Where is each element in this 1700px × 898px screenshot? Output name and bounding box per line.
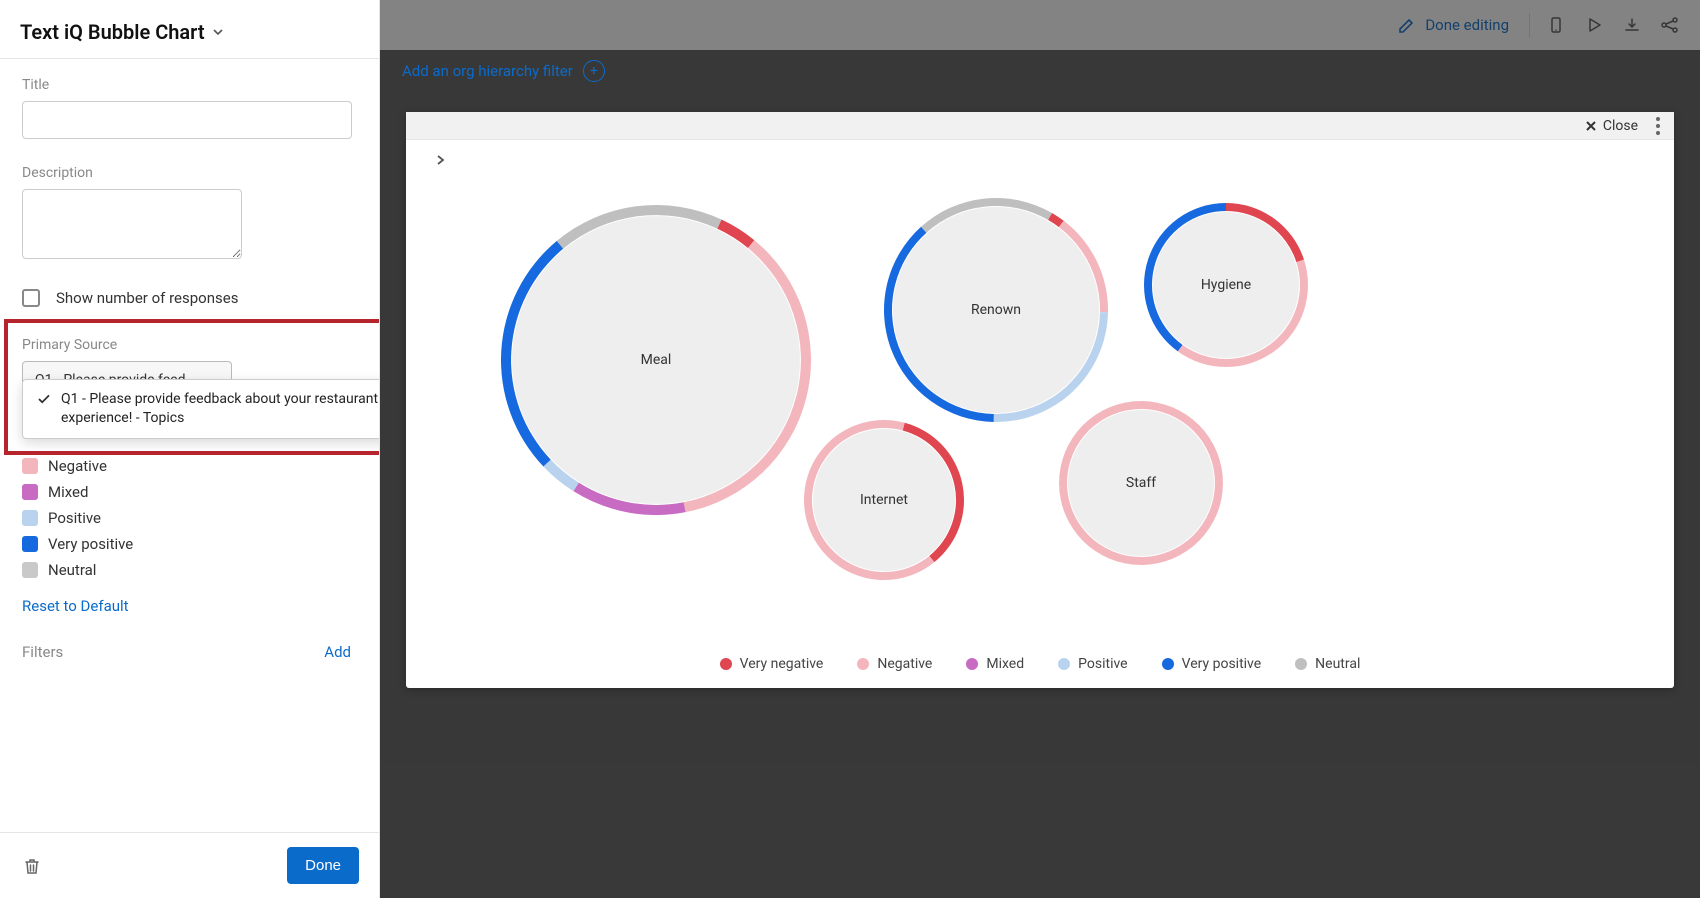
sentiment-legend: Negative Mixed Positive Very positive Neutra… xyxy=(22,453,357,583)
delete-button[interactable] xyxy=(20,854,44,878)
sidebar-footer: Done xyxy=(0,832,379,898)
chevron-down-icon xyxy=(211,25,225,39)
legend-dot xyxy=(966,658,978,670)
bubble-staff[interactable]: Staff xyxy=(1059,401,1223,565)
description-input[interactable] xyxy=(22,189,242,259)
description-label: Description xyxy=(22,165,357,181)
expand-toggle[interactable] xyxy=(434,154,446,166)
checkbox-icon xyxy=(22,289,40,307)
legend-label: Mixed xyxy=(48,483,88,501)
legend-dot xyxy=(1058,658,1070,670)
done-button[interactable]: Done xyxy=(287,847,359,884)
title-input[interactable] xyxy=(22,101,352,139)
chart-card-header: Close xyxy=(406,112,1674,140)
org-hierarchy-filter[interactable]: Add an org hierarchy filter + xyxy=(402,60,605,82)
chart-legend-item[interactable]: Neutral xyxy=(1295,656,1360,672)
legend-swatch xyxy=(22,510,38,526)
bubble-label: Hygiene xyxy=(1201,277,1251,293)
bubble-label: Staff xyxy=(1126,475,1156,491)
reset-to-default-link[interactable]: Reset to Default xyxy=(22,597,129,615)
legend-item[interactable]: Negative xyxy=(22,453,357,479)
sidebar-title: Text iQ Bubble Chart xyxy=(20,20,205,44)
filters-section: Filters Add xyxy=(22,643,357,661)
org-filter-label: Add an org hierarchy filter xyxy=(402,62,573,80)
legend-item[interactable]: Very positive xyxy=(22,531,357,557)
chart-card: Close Very negative Negative Mixed Positive… xyxy=(406,112,1674,688)
bubble-hygiene[interactable]: Hygiene xyxy=(1144,203,1308,367)
show-responses-checkbox[interactable]: Show number of responses xyxy=(22,289,357,307)
legend-swatch xyxy=(22,484,38,500)
title-field: Title xyxy=(22,77,357,139)
chart-body: Very negative Negative Mixed Positive Very p… xyxy=(406,140,1674,688)
chart-legend-item[interactable]: Mixed xyxy=(966,656,1024,672)
legend-item[interactable]: Positive xyxy=(22,505,357,531)
config-sidebar: Text iQ Bubble Chart Title Description S… xyxy=(0,0,380,898)
close-icon xyxy=(1585,120,1597,132)
chart-options-button[interactable] xyxy=(1652,113,1664,139)
chart-legend-item[interactable]: Very positive xyxy=(1162,656,1262,672)
check-icon xyxy=(37,390,51,406)
title-label: Title xyxy=(22,77,357,93)
bubble-renown[interactable]: Renown xyxy=(884,198,1108,422)
chart-legend-item[interactable]: Very negative xyxy=(720,656,824,672)
bubble-label: Internet xyxy=(860,492,908,508)
chevron-right-icon xyxy=(434,154,446,166)
add-filter-link[interactable]: Add xyxy=(324,643,351,661)
description-field: Description xyxy=(22,165,357,263)
bubble-meal[interactable]: Meal xyxy=(501,205,811,515)
legend-item[interactable]: Neutral xyxy=(22,557,357,583)
canvas: Done editing Add an org hierarchy f xyxy=(380,0,1700,898)
trash-icon xyxy=(22,856,42,876)
show-responses-label: Show number of responses xyxy=(56,289,238,307)
filters-label: Filters xyxy=(22,643,63,661)
legend-label: Negative xyxy=(48,457,107,475)
close-chart-button[interactable]: Close xyxy=(1585,118,1638,134)
legend-dot xyxy=(1295,658,1307,670)
primary-source-dropdown: Q1 - Please provide feedback about your … xyxy=(22,379,379,439)
legend-label: Very positive xyxy=(48,535,133,553)
sidebar-header[interactable]: Text iQ Bubble Chart xyxy=(0,0,379,59)
legend-dot xyxy=(720,658,732,670)
legend-item[interactable]: Mixed xyxy=(22,479,357,505)
bubble-internet[interactable]: Internet xyxy=(804,420,964,580)
chart-legend-item[interactable]: Negative xyxy=(857,656,932,672)
plus-circle-icon: + xyxy=(583,60,605,82)
legend-dot xyxy=(857,658,869,670)
chart-legend-item[interactable]: Positive xyxy=(1058,656,1127,672)
legend-swatch xyxy=(22,562,38,578)
bubble-label: Renown xyxy=(971,302,1021,318)
primary-source-label: Primary Source xyxy=(22,337,357,353)
primary-source-field: Primary Source Q1 - Please provide feed … xyxy=(22,337,357,399)
legend-label: Positive xyxy=(48,509,101,527)
primary-source-option-label: Q1 - Please provide feedback about your … xyxy=(61,390,379,428)
legend-swatch xyxy=(22,536,38,552)
bubble-label: Meal xyxy=(641,352,672,368)
legend-dot xyxy=(1162,658,1174,670)
primary-source-option[interactable]: Q1 - Please provide feedback about your … xyxy=(37,390,379,428)
legend-label: Neutral xyxy=(48,561,96,579)
close-label: Close xyxy=(1603,118,1638,134)
legend-swatch xyxy=(22,458,38,474)
chart-legend: Very negative Negative Mixed Positive Very p… xyxy=(406,656,1674,672)
